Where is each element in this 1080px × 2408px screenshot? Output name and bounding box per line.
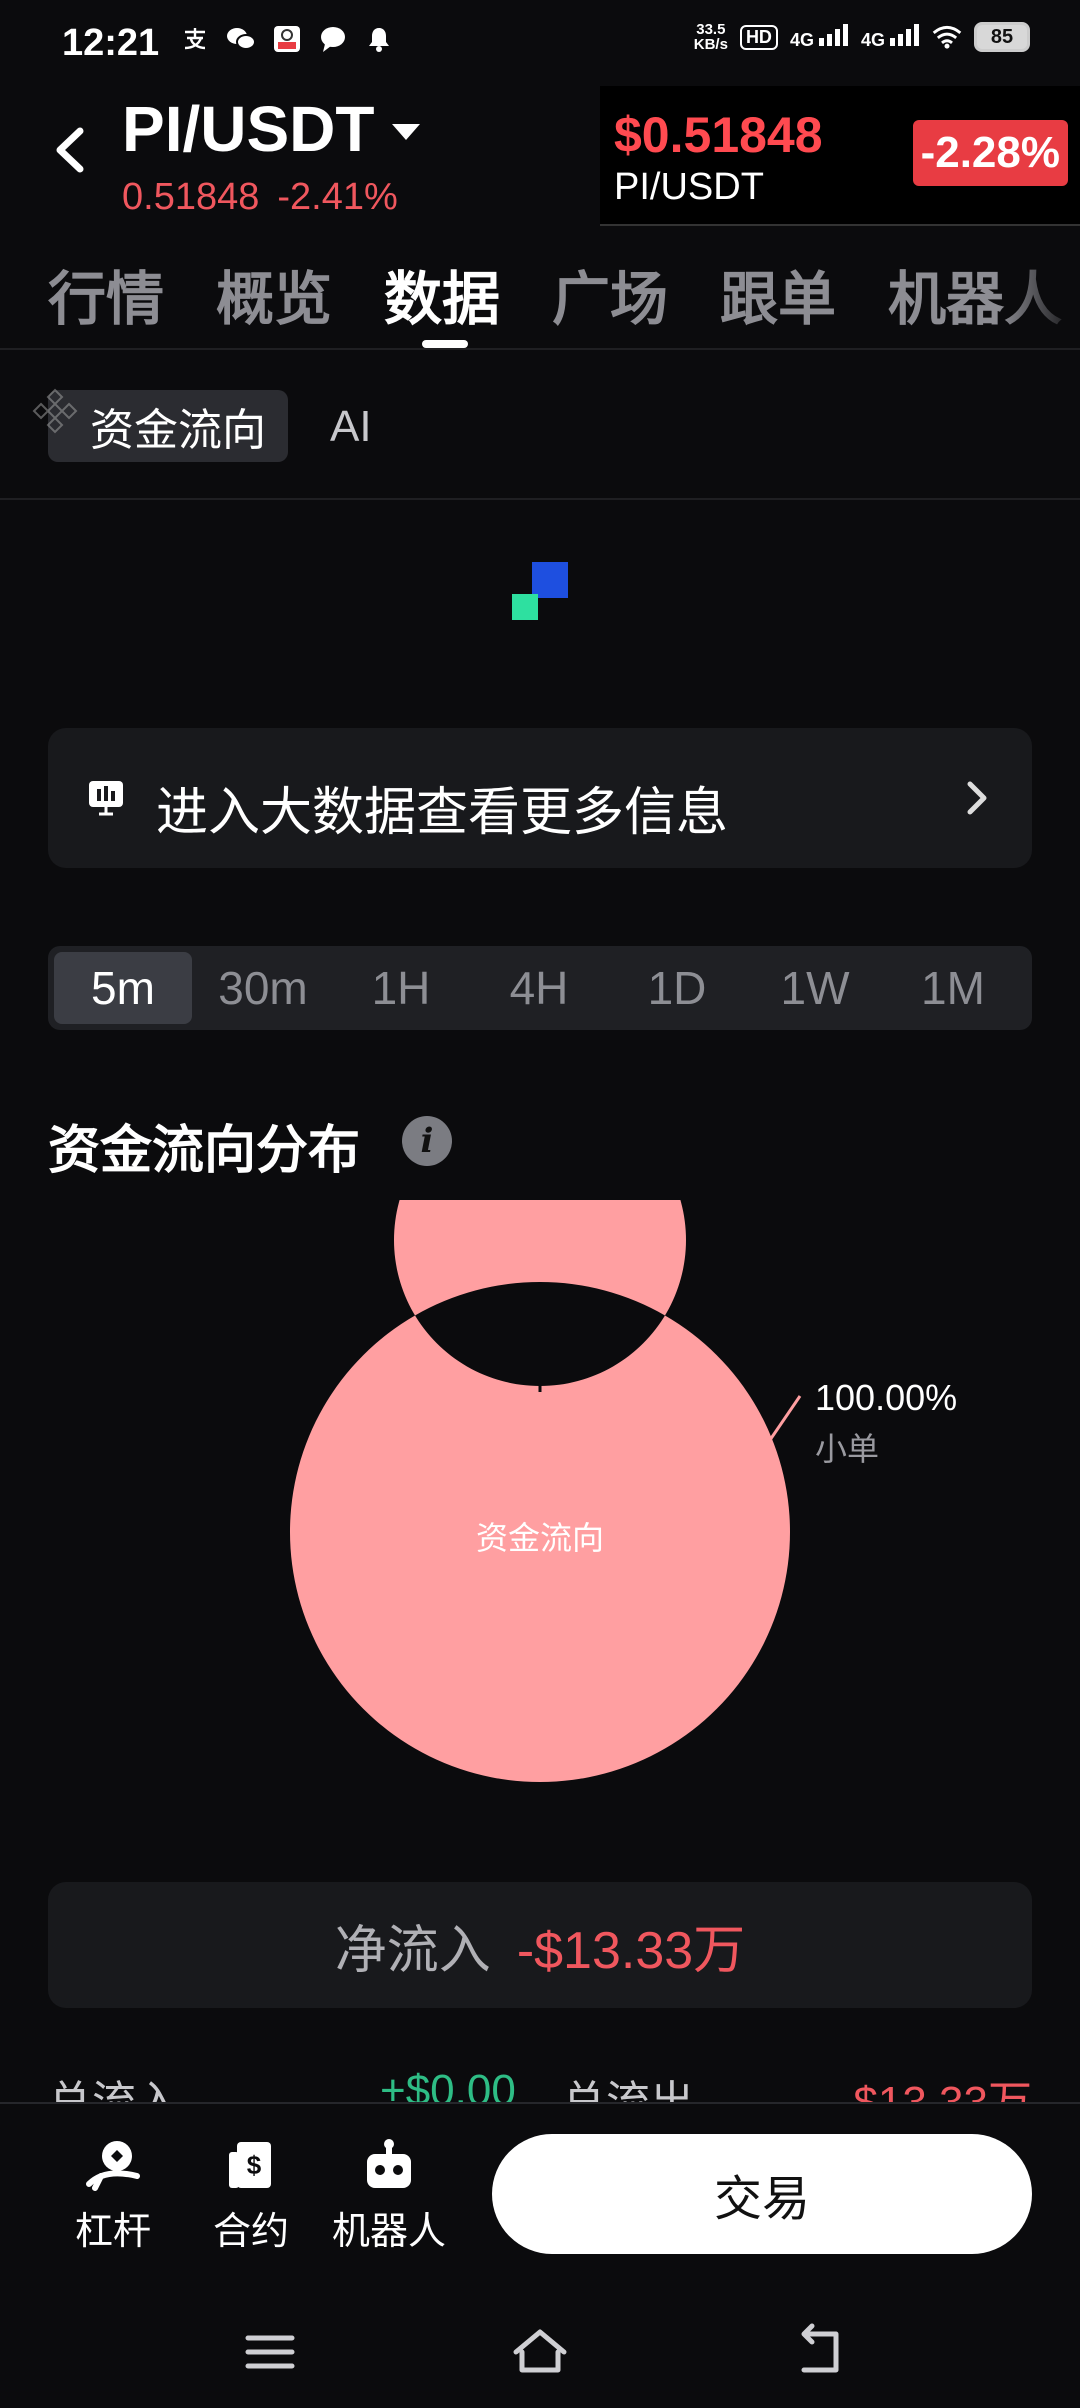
- active-tab-indicator: [422, 340, 468, 348]
- timeframe-selector: 5m 30m 1H 4H 1D 1W 1M: [48, 946, 1032, 1030]
- net-inflow-label: 净流入: [334, 1921, 491, 1980]
- leverage-button[interactable]: 杠杆: [48, 2138, 178, 2255]
- back-nav-icon[interactable]: [790, 2322, 850, 2382]
- pair-price-info: 0.51848 -2.41%: [122, 176, 398, 219]
- bot-button[interactable]: 机器人: [324, 2138, 454, 2255]
- subtab-fund-flow[interactable]: 资金流向: [48, 390, 288, 462]
- chevron-right-icon: [967, 781, 987, 815]
- futures-button[interactable]: $ 合约: [186, 2138, 316, 2255]
- big-data-banner[interactable]: 进入大数据查看更多信息: [48, 728, 1032, 868]
- system-navigation-bar: [0, 2300, 1080, 2408]
- tab-copy-trading[interactable]: 跟单: [720, 252, 836, 336]
- alipay-icon: [180, 24, 210, 54]
- notification-icons: [180, 24, 394, 54]
- pair-title: PI/USDT: [122, 93, 375, 165]
- leverage-label: 杠杆: [74, 2211, 151, 2253]
- trade-button[interactable]: 交易: [492, 2134, 1032, 2254]
- chat-bubble-icon: [318, 24, 348, 54]
- subtab-ai[interactable]: AI: [330, 402, 372, 452]
- pair-change-percent: -2.41%: [277, 176, 398, 218]
- donut-center-label: 资金流向: [476, 1520, 604, 1556]
- home-icon[interactable]: [510, 2322, 570, 2382]
- mini-ticker-card[interactable]: $0.51848 PI/USDT -2.28%: [600, 86, 1080, 226]
- timeframe-1d[interactable]: 1D: [608, 952, 746, 1024]
- main-tabs: 行情 概览 数据 广场 跟单 机器人: [0, 240, 1080, 350]
- bell-icon: [364, 24, 394, 54]
- info-icon[interactable]: i: [402, 1116, 452, 1166]
- tab-overview[interactable]: 概览: [216, 252, 332, 336]
- timeframe-1m[interactable]: 1M: [884, 952, 1022, 1024]
- status-time: 12:21: [62, 22, 160, 64]
- mini-ticker-price: $0.51848: [614, 107, 823, 163]
- totals-row: 总流入 +$0.00 总流出 -$13.33万: [48, 2066, 1032, 2127]
- brand-logo-icon: [512, 562, 568, 620]
- mini-ticker-change-badge: -2.28%: [912, 120, 1068, 186]
- back-button[interactable]: [50, 125, 90, 175]
- wechat-icon: [226, 24, 256, 54]
- svg-text:$: $: [247, 2150, 262, 2180]
- system-status-icons: 33.5 KB/s HD 4G 4G 85: [694, 22, 1030, 52]
- data-board-icon: [89, 781, 123, 816]
- slice-name-label: 小单: [815, 1431, 879, 1467]
- net-inflow-value: -$13.33万: [516, 1921, 746, 1980]
- hd-voice-icon: HD: [739, 24, 778, 50]
- banner-text: 进入大数据查看更多信息: [156, 784, 729, 842]
- futures-contract-icon: $: [229, 2142, 271, 2188]
- net-inflow-card: 净流入 -$13.33万: [48, 1882, 1032, 2008]
- leverage-icon: [86, 2141, 140, 2191]
- bot-label: 机器人: [331, 2211, 446, 2253]
- wifi-icon: [932, 22, 962, 52]
- mini-ticker-pair: PI/USDT: [614, 166, 764, 208]
- timeframe-30m[interactable]: 30m: [194, 952, 332, 1024]
- status-bar: 12:21 33.5 KB/s HD 4G 4G 85: [0, 0, 1080, 84]
- pair-last-price: 0.51848: [122, 176, 260, 218]
- distribution-title: 资金流向分布: [48, 1122, 361, 1180]
- network-speed: 33.5 KB/s: [693, 21, 728, 53]
- timeframe-1w[interactable]: 1W: [746, 952, 884, 1024]
- exchange-logo-watermark-icon: [32, 388, 78, 434]
- menu-icon[interactable]: [240, 2322, 300, 2382]
- futures-label: 合约: [212, 2211, 289, 2253]
- robot-icon: [367, 2139, 411, 2188]
- caret-down-icon: [392, 124, 421, 140]
- battery-icon: 85: [974, 22, 1030, 52]
- tabs-fade-overlay: [1000, 240, 1080, 340]
- slice-percent-label: 100.00%: [815, 1377, 957, 1418]
- tab-data[interactable]: 数据: [384, 252, 500, 336]
- timeframe-1h[interactable]: 1H: [332, 952, 470, 1024]
- timeframe-4h[interactable]: 4H: [470, 952, 608, 1024]
- timeframe-5m[interactable]: 5m: [54, 952, 192, 1024]
- signal-4g-icon-2: 4G: [861, 23, 920, 51]
- tab-square[interactable]: 广场: [552, 252, 668, 336]
- pair-selector[interactable]: PI/USDT: [122, 92, 421, 166]
- sub-tabs: 资金流向 AI: [0, 350, 1080, 500]
- fund-flow-donut-chart: 100.00% 小单 资金流向: [289, 1200, 957, 1782]
- app-notification-icon: [272, 24, 302, 54]
- tab-market[interactable]: 行情: [48, 252, 164, 336]
- slice-leader-line: [768, 1395, 802, 1441]
- signal-4g-icon: 4G: [790, 23, 849, 51]
